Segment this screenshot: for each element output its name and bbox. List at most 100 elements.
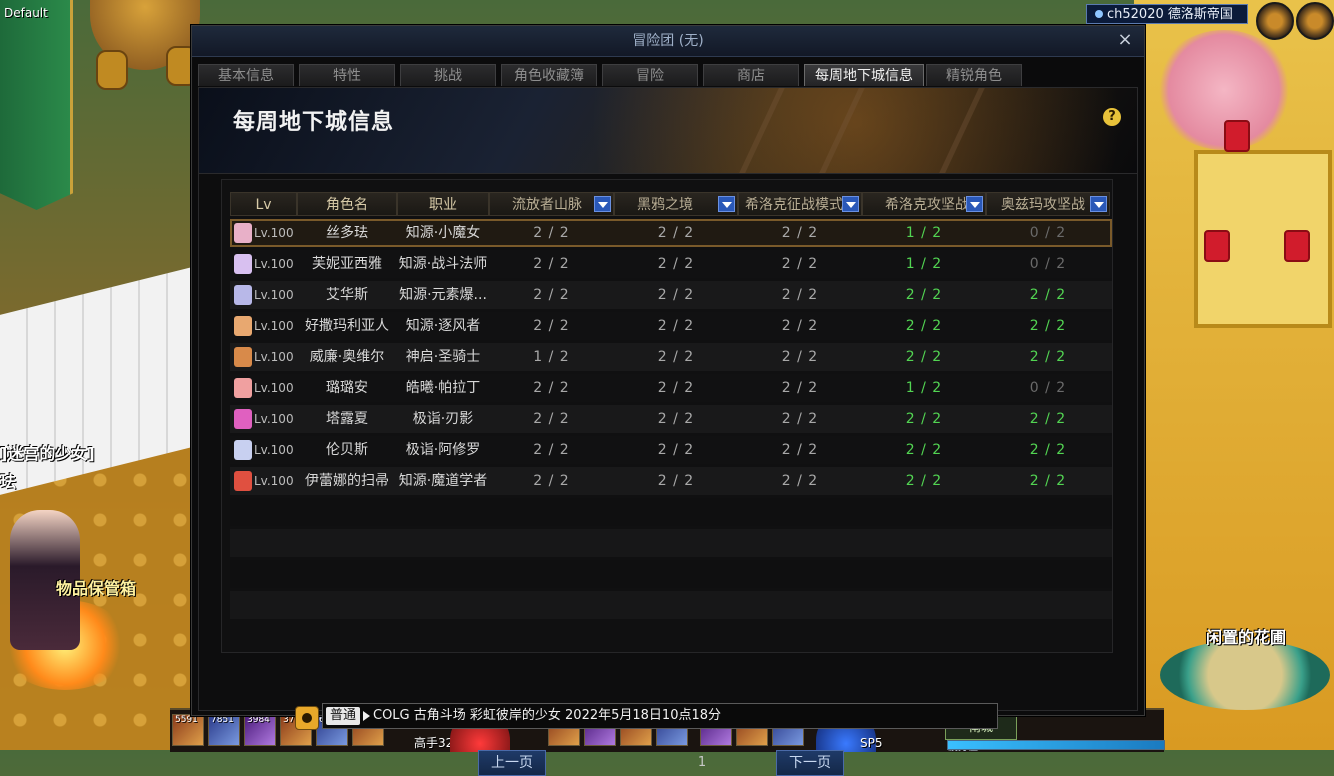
dungeon-2-count: 2 / 2 <box>614 374 738 402</box>
chat-emoticon-icon[interactable] <box>295 706 319 730</box>
character-avatar-icon <box>234 285 252 305</box>
character-avatar-icon <box>234 378 252 398</box>
character-row[interactable]: Lv.100 伊蕾娜的扫帚 知源·魔道学者 2 / 2 2 / 2 2 / 2 2 / 2 2… <box>230 467 1112 495</box>
run-count-text: 2 / 2 <box>657 225 695 241</box>
tab-traits[interactable]: 特性 <box>299 64 395 86</box>
dungeon-2-count: 2 / 2 <box>614 405 738 433</box>
server-indicator[interactable]: ch52020 德洛斯帝国 <box>1086 4 1248 24</box>
character-row[interactable]: Lv.100 璐璐安 皓曦·帕拉丁 2 / 2 2 / 2 2 / 2 1 / 2 0 / 2 <box>230 374 1112 402</box>
next-page-button[interactable]: 下一页 <box>776 750 844 776</box>
header-dungeon-4-label: 希洛克攻坚战 <box>885 197 969 213</box>
character-level: Lv.100 <box>230 436 297 464</box>
dungeon-2-count: 2 / 2 <box>614 250 738 278</box>
chat-channel-badge[interactable]: 普通 <box>326 707 361 725</box>
character-level: Lv.100 <box>230 467 297 495</box>
server-dot-icon <box>1095 10 1103 18</box>
character-row[interactable]: Lv.100 芙妮亚西雅 知源·战斗法师 2 / 2 2 / 2 2 / 2 1 / 2 0 … <box>230 250 1112 278</box>
character-name: 璐璐安 <box>326 380 368 396</box>
npc-title-label: ]迷宫的少女] <box>0 444 95 463</box>
dungeon-3-count: 2 / 2 <box>738 250 862 278</box>
dungeon-2-count: 2 / 2 <box>614 467 738 495</box>
close-button[interactable]: × <box>1114 29 1136 51</box>
fatigue-bar <box>947 740 1165 750</box>
chat-bar[interactable]: 普通 COLG 古角斗场 彩虹彼岸的少女 2022年5月18日10点18分 <box>295 703 998 730</box>
character-row[interactable]: Lv.100 好撒玛利亚人 知源·逐风者 2 / 2 2 / 2 2 / 2 2 / 2 2 … <box>230 312 1112 340</box>
sp-label: SP5 <box>860 736 883 750</box>
character-name: 好撒玛利亚人 <box>305 318 389 334</box>
menu-orb-button[interactable] <box>1256 2 1294 40</box>
header-lv: Lv <box>230 192 297 216</box>
dungeon-table: Lv 角色名 职业 流放者山脉 黑鸦之境 希洛克征战模式 希洛克攻坚战 奥兹玛攻… <box>221 179 1113 776</box>
tab-basic-info[interactable]: 基本信息 <box>198 64 294 86</box>
run-count-text: 2 / 2 <box>533 473 570 489</box>
dungeon-5-count: 2 / 2 <box>986 281 1110 309</box>
level-text: Lv.100 <box>254 288 294 302</box>
window-titlebar[interactable]: 冒险团 (无) × <box>192 26 1144 57</box>
level-text: Lv.100 <box>254 474 294 488</box>
item-slot-3[interactable]: 3984 <box>244 714 276 746</box>
character-row[interactable]: Lv.100 伦贝斯 极诣·阿修罗 2 / 2 2 / 2 2 / 2 2 / 2 2 / 2 <box>230 436 1112 464</box>
run-count-text: 2 / 2 <box>1029 411 1067 427</box>
dungeon-3-count: 2 / 2 <box>738 374 862 402</box>
run-count-text: 2 / 2 <box>781 287 819 303</box>
dungeon-2-count: 2 / 2 <box>614 436 738 464</box>
tab-adventure[interactable]: 冒险 <box>602 64 698 86</box>
tab-challenge[interactable]: 挑战 <box>400 64 496 86</box>
character-row[interactable]: Lv.100 丝多珐 知源·小魔女 2 / 2 2 / 2 2 / 2 1 / 2 0 / 2 <box>230 219 1112 247</box>
run-count-text: 2 / 2 <box>781 225 819 241</box>
red-gem-ornament <box>1204 230 1230 262</box>
run-count-text: 2 / 2 <box>533 380 570 396</box>
tab-shop[interactable]: 商店 <box>703 64 799 86</box>
dungeon-1-count: 2 / 2 <box>489 250 614 278</box>
header-dungeon-3: 希洛克征战模式 <box>738 192 862 216</box>
dungeon-1-count: 2 / 2 <box>489 281 614 309</box>
run-count-text: 2 / 2 <box>781 256 819 272</box>
header-dungeon-4: 希洛克攻坚战 <box>862 192 986 216</box>
tab-collection[interactable]: 角色收藏簿 <box>501 64 597 86</box>
prev-page-button[interactable]: 上一页 <box>478 750 546 776</box>
character-row[interactable]: Lv.100 艾华斯 知源·元素爆... 2 / 2 2 / 2 2 / 2 2 / 2 2 … <box>230 281 1112 309</box>
character-row[interactable]: Lv.100 威廉·奥维尔 神启·圣骑士 1 / 2 2 / 2 2 / 2 2 / 2 2 … <box>230 343 1112 371</box>
run-count-text: 2 / 2 <box>657 318 695 334</box>
dungeon-5-count: 2 / 2 <box>986 312 1110 340</box>
run-count-text: 0 / 2 <box>1029 256 1067 272</box>
run-count-text: 1 / 2 <box>905 380 943 396</box>
dungeon-2-count: 2 / 2 <box>614 343 738 371</box>
dropdown-arrow-icon[interactable] <box>966 196 983 212</box>
slot-count: 7851 <box>211 715 234 725</box>
table-header: Lv 角色名 职业 流放者山脉 黑鸦之境 希洛克征战模式 希洛克攻坚战 奥兹玛攻… <box>230 192 1112 216</box>
banner-beam <box>939 88 985 173</box>
run-count-text: 2 / 2 <box>905 349 943 365</box>
character-level: Lv.100 <box>230 250 297 278</box>
character-job: 知源·魔道学者 <box>398 473 488 489</box>
help-icon[interactable]: ? <box>1103 108 1121 126</box>
tab-weekly-dungeon[interactable]: 每周地下城信息 <box>804 64 924 86</box>
character-row[interactable]: Lv.100 塔露夏 极诣·刃影 2 / 2 2 / 2 2 / 2 2 / 2 2 / 2 <box>230 405 1112 433</box>
garden-fountain[interactable] <box>1160 640 1330 710</box>
character-job: 知源·小魔女 <box>405 225 481 241</box>
run-count-text: 2 / 2 <box>533 287 570 303</box>
tab-elite-characters[interactable]: 精锐角色 <box>926 64 1022 86</box>
character-avatar-icon <box>234 409 252 429</box>
run-count-text: 1 / 2 <box>905 256 943 272</box>
character-name: 伦贝斯 <box>326 442 368 458</box>
item-slot-2[interactable]: 7851 <box>208 714 240 746</box>
character-avatar-icon <box>234 223 252 243</box>
dropdown-arrow-icon[interactable] <box>1090 196 1107 212</box>
dropdown-arrow-icon[interactable] <box>594 196 611 212</box>
settings-orb-button[interactable] <box>1296 2 1334 40</box>
npc-name-label: 珐 <box>0 472 17 491</box>
dungeon-2-count: 2 / 2 <box>614 312 738 340</box>
red-gem-ornament <box>1224 120 1250 152</box>
character-job: 极诣·刃影 <box>412 411 474 427</box>
garden-label[interactable]: 闲置的花圃 <box>1206 624 1286 648</box>
character-job: 极诣·阿修罗 <box>405 442 481 458</box>
dungeon-1-count: 2 / 2 <box>489 405 614 433</box>
storage-box-label[interactable]: 物品保管箱 <box>56 575 136 599</box>
dropdown-arrow-icon[interactable] <box>718 196 735 212</box>
run-count-text: 2 / 2 <box>1029 442 1067 458</box>
dungeon-3-count: 2 / 2 <box>738 281 862 309</box>
character-avatar-icon <box>234 316 252 336</box>
item-slot-1[interactable]: 5591 <box>172 714 204 746</box>
dropdown-arrow-icon[interactable] <box>842 196 859 212</box>
